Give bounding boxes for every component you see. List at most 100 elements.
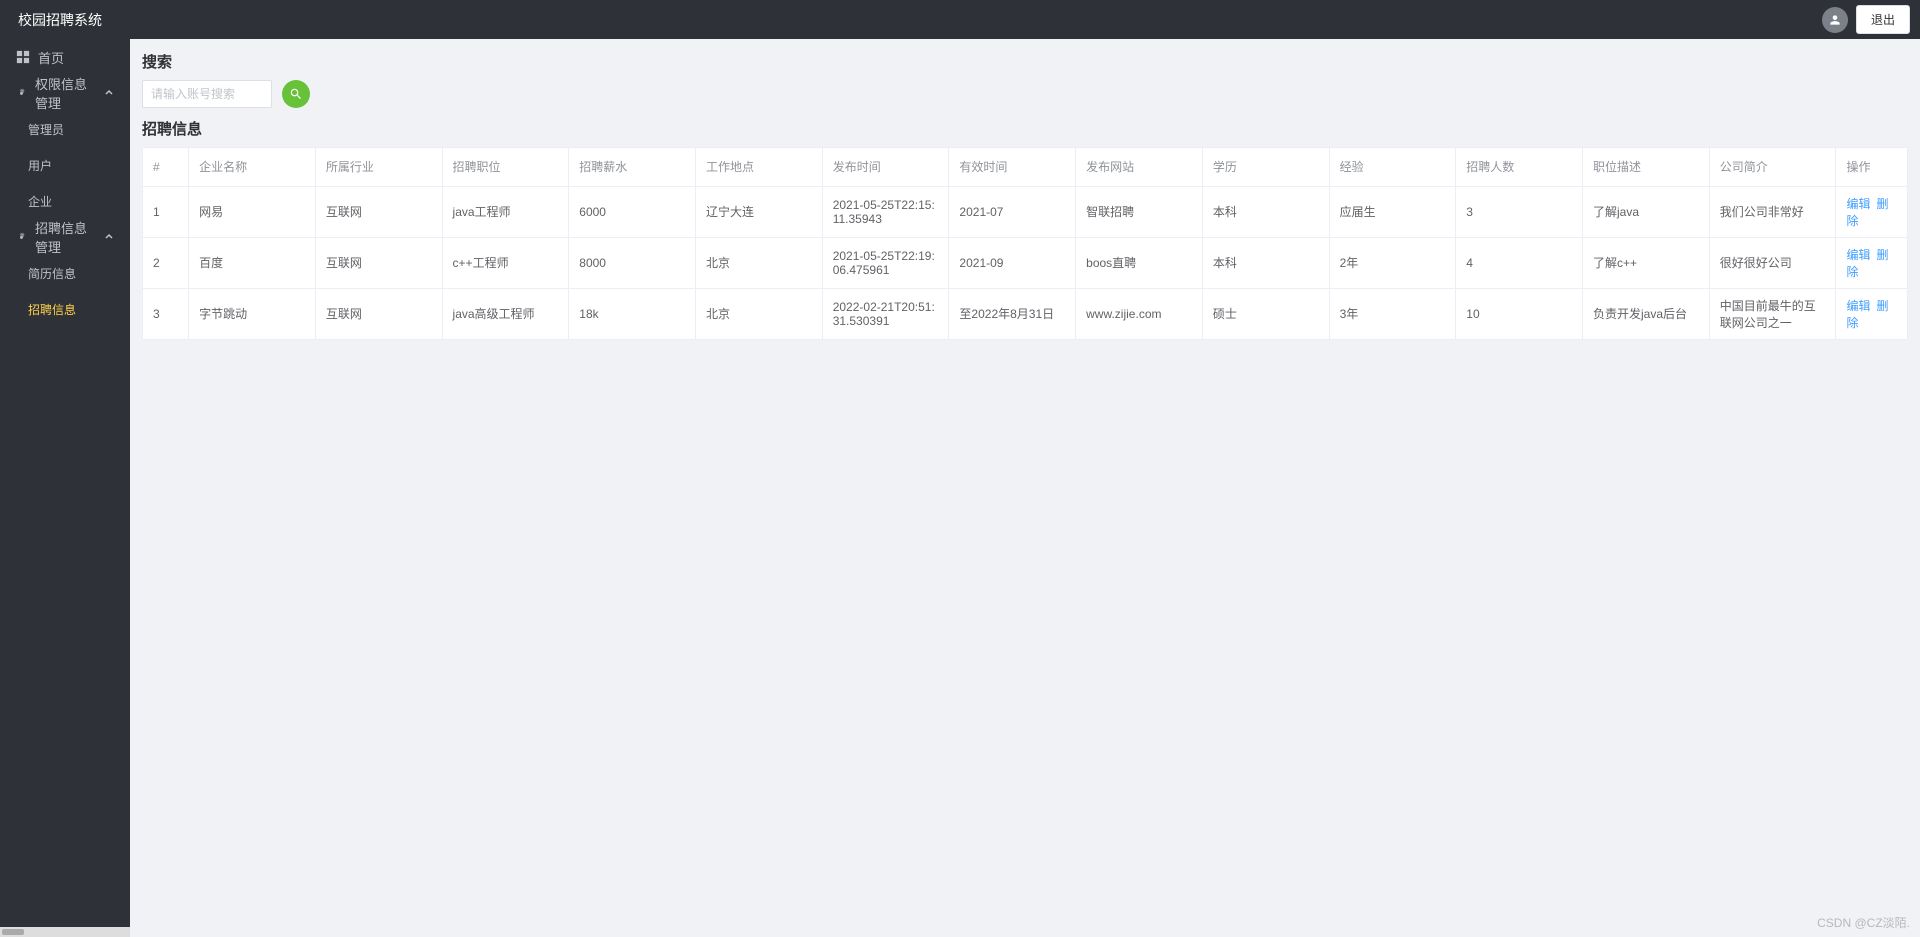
chevron-up-icon bbox=[104, 230, 114, 245]
cell-op: 编辑删除 bbox=[1836, 288, 1907, 339]
grid-icon bbox=[16, 50, 30, 64]
sidebar-item-resume-info[interactable]: 简历信息 bbox=[0, 255, 130, 291]
cell-location: 北京 bbox=[695, 288, 822, 339]
cell-salary: 18k bbox=[569, 288, 696, 339]
table-row: 2百度互联网c++工程师8000北京2021-05-25T22:19:06.47… bbox=[143, 237, 1907, 288]
table-wrap: # 企业名称 所属行业 招聘职位 招聘薪水 工作地点 发布时间 有效时间 发布网… bbox=[142, 147, 1908, 340]
sidebar-submenu-permission: 管理员 用户 企业 bbox=[0, 111, 130, 219]
cell-exp: 3年 bbox=[1329, 288, 1456, 339]
edit-link[interactable]: 编辑 bbox=[1846, 197, 1870, 211]
cell-desc: 了解java bbox=[1583, 186, 1710, 237]
header: 校园招聘系统 退出 bbox=[0, 0, 1920, 39]
table-row: 1网易互联网java工程师6000辽宁大连2021-05-25T22:15:11… bbox=[143, 186, 1907, 237]
cell-position: java高级工程师 bbox=[442, 288, 569, 339]
th-industry: 所属行业 bbox=[315, 148, 442, 186]
sidebar-item-label: 权限信息管理 bbox=[35, 74, 96, 112]
horizontal-scrollbar[interactable] bbox=[0, 927, 130, 937]
user-icon bbox=[1828, 13, 1842, 27]
sidebar-item-user[interactable]: 用户 bbox=[0, 147, 130, 183]
th-validtime: 有效时间 bbox=[949, 148, 1076, 186]
cell-idx: 1 bbox=[143, 186, 189, 237]
cell-intro: 我们公司非常好 bbox=[1709, 186, 1836, 237]
cell-pubtime: 2021-05-25T22:15:11.35943 bbox=[822, 186, 949, 237]
cell-desc: 负责开发java后台 bbox=[1583, 288, 1710, 339]
cell-website: boos直聘 bbox=[1076, 237, 1203, 288]
info-title: 招聘信息 bbox=[142, 118, 1908, 139]
gear-icon bbox=[16, 230, 27, 244]
search-row bbox=[142, 80, 1908, 108]
cell-location: 北京 bbox=[695, 237, 822, 288]
sidebar-item-home[interactable]: 首页 bbox=[0, 39, 130, 75]
sidebar-item-label: 招聘信息 bbox=[28, 301, 76, 318]
th-website: 发布网站 bbox=[1076, 148, 1203, 186]
table-head: # 企业名称 所属行业 招聘职位 招聘薪水 工作地点 发布时间 有效时间 发布网… bbox=[143, 148, 1907, 186]
cell-idx: 3 bbox=[143, 288, 189, 339]
th-location: 工作地点 bbox=[695, 148, 822, 186]
cell-position: java工程师 bbox=[442, 186, 569, 237]
cell-pubtime: 2021-05-25T22:19:06.475961 bbox=[822, 237, 949, 288]
sidebar-item-label: 简历信息 bbox=[28, 265, 76, 282]
cell-count: 4 bbox=[1456, 237, 1583, 288]
cell-intro: 很好很好公司 bbox=[1709, 237, 1836, 288]
cell-edu: 本科 bbox=[1202, 186, 1329, 237]
th-position: 招聘职位 bbox=[442, 148, 569, 186]
cell-company: 网易 bbox=[189, 186, 316, 237]
cell-pubtime: 2022-02-21T20:51:31.530391 bbox=[822, 288, 949, 339]
cell-edu: 本科 bbox=[1202, 237, 1329, 288]
cell-op: 编辑删除 bbox=[1836, 186, 1907, 237]
th-op: 操作 bbox=[1836, 148, 1907, 186]
sidebar-item-recruit-info[interactable]: 招聘信息 bbox=[0, 291, 130, 327]
cell-idx: 2 bbox=[143, 237, 189, 288]
search-input[interactable] bbox=[142, 80, 272, 108]
container: 首页 权限信息管理 管理员 用户 企业 招聘信 bbox=[0, 39, 1920, 937]
cell-intro: 中国目前最牛的互联网公司之一 bbox=[1709, 288, 1836, 339]
sidebar-item-label: 首页 bbox=[38, 48, 64, 67]
cell-edu: 硕士 bbox=[1202, 288, 1329, 339]
cell-count: 10 bbox=[1456, 288, 1583, 339]
th-count: 招聘人数 bbox=[1456, 148, 1583, 186]
header-right: 退出 bbox=[1822, 5, 1910, 34]
cell-industry: 互联网 bbox=[315, 288, 442, 339]
cell-industry: 互联网 bbox=[315, 237, 442, 288]
cell-exp: 2年 bbox=[1329, 237, 1456, 288]
cell-validtime: 2021-07 bbox=[949, 186, 1076, 237]
cell-salary: 8000 bbox=[569, 237, 696, 288]
cell-company: 字节跳动 bbox=[189, 288, 316, 339]
recruit-table: # 企业名称 所属行业 招聘职位 招聘薪水 工作地点 发布时间 有效时间 发布网… bbox=[143, 148, 1907, 339]
cell-website: 智联招聘 bbox=[1076, 186, 1203, 237]
cell-industry: 互联网 bbox=[315, 186, 442, 237]
chevron-up-icon bbox=[104, 86, 114, 101]
cell-desc: 了解c++ bbox=[1583, 237, 1710, 288]
sidebar: 首页 权限信息管理 管理员 用户 企业 招聘信 bbox=[0, 39, 130, 937]
table-row: 3字节跳动互联网java高级工程师18k北京2022-02-21T20:51:3… bbox=[143, 288, 1907, 339]
search-button[interactable] bbox=[282, 80, 310, 108]
sidebar-item-label: 招聘信息管理 bbox=[35, 218, 96, 256]
cell-exp: 应届生 bbox=[1329, 186, 1456, 237]
sidebar-group-recruit[interactable]: 招聘信息管理 bbox=[0, 219, 130, 255]
th-edu: 学历 bbox=[1202, 148, 1329, 186]
sidebar-submenu-recruit: 简历信息 招聘信息 bbox=[0, 255, 130, 327]
cell-location: 辽宁大连 bbox=[695, 186, 822, 237]
gear-icon bbox=[16, 86, 27, 100]
edit-link[interactable]: 编辑 bbox=[1846, 248, 1870, 262]
sidebar-item-company[interactable]: 企业 bbox=[0, 183, 130, 219]
avatar[interactable] bbox=[1822, 7, 1848, 33]
logout-button[interactable]: 退出 bbox=[1856, 5, 1910, 34]
th-intro: 公司简介 bbox=[1709, 148, 1836, 186]
sidebar-item-admin[interactable]: 管理员 bbox=[0, 111, 130, 147]
th-desc: 职位描述 bbox=[1583, 148, 1710, 186]
cell-op: 编辑删除 bbox=[1836, 237, 1907, 288]
table-body: 1网易互联网java工程师6000辽宁大连2021-05-25T22:15:11… bbox=[143, 186, 1907, 339]
cell-position: c++工程师 bbox=[442, 237, 569, 288]
table-header-row: # 企业名称 所属行业 招聘职位 招聘薪水 工作地点 发布时间 有效时间 发布网… bbox=[143, 148, 1907, 186]
sidebar-item-label: 用户 bbox=[28, 157, 52, 174]
main-content: 搜索 招聘信息 # 企业名称 所属行业 招聘职位 招聘薪水 工作地点 发布时间 bbox=[130, 39, 1920, 937]
th-company: 企业名称 bbox=[189, 148, 316, 186]
th-exp: 经验 bbox=[1329, 148, 1456, 186]
sidebar-group-permission[interactable]: 权限信息管理 bbox=[0, 75, 130, 111]
search-icon bbox=[289, 87, 303, 101]
th-pubtime: 发布时间 bbox=[822, 148, 949, 186]
cell-company: 百度 bbox=[189, 237, 316, 288]
cell-validtime: 至2022年8月31日 bbox=[949, 288, 1076, 339]
edit-link[interactable]: 编辑 bbox=[1846, 299, 1870, 313]
